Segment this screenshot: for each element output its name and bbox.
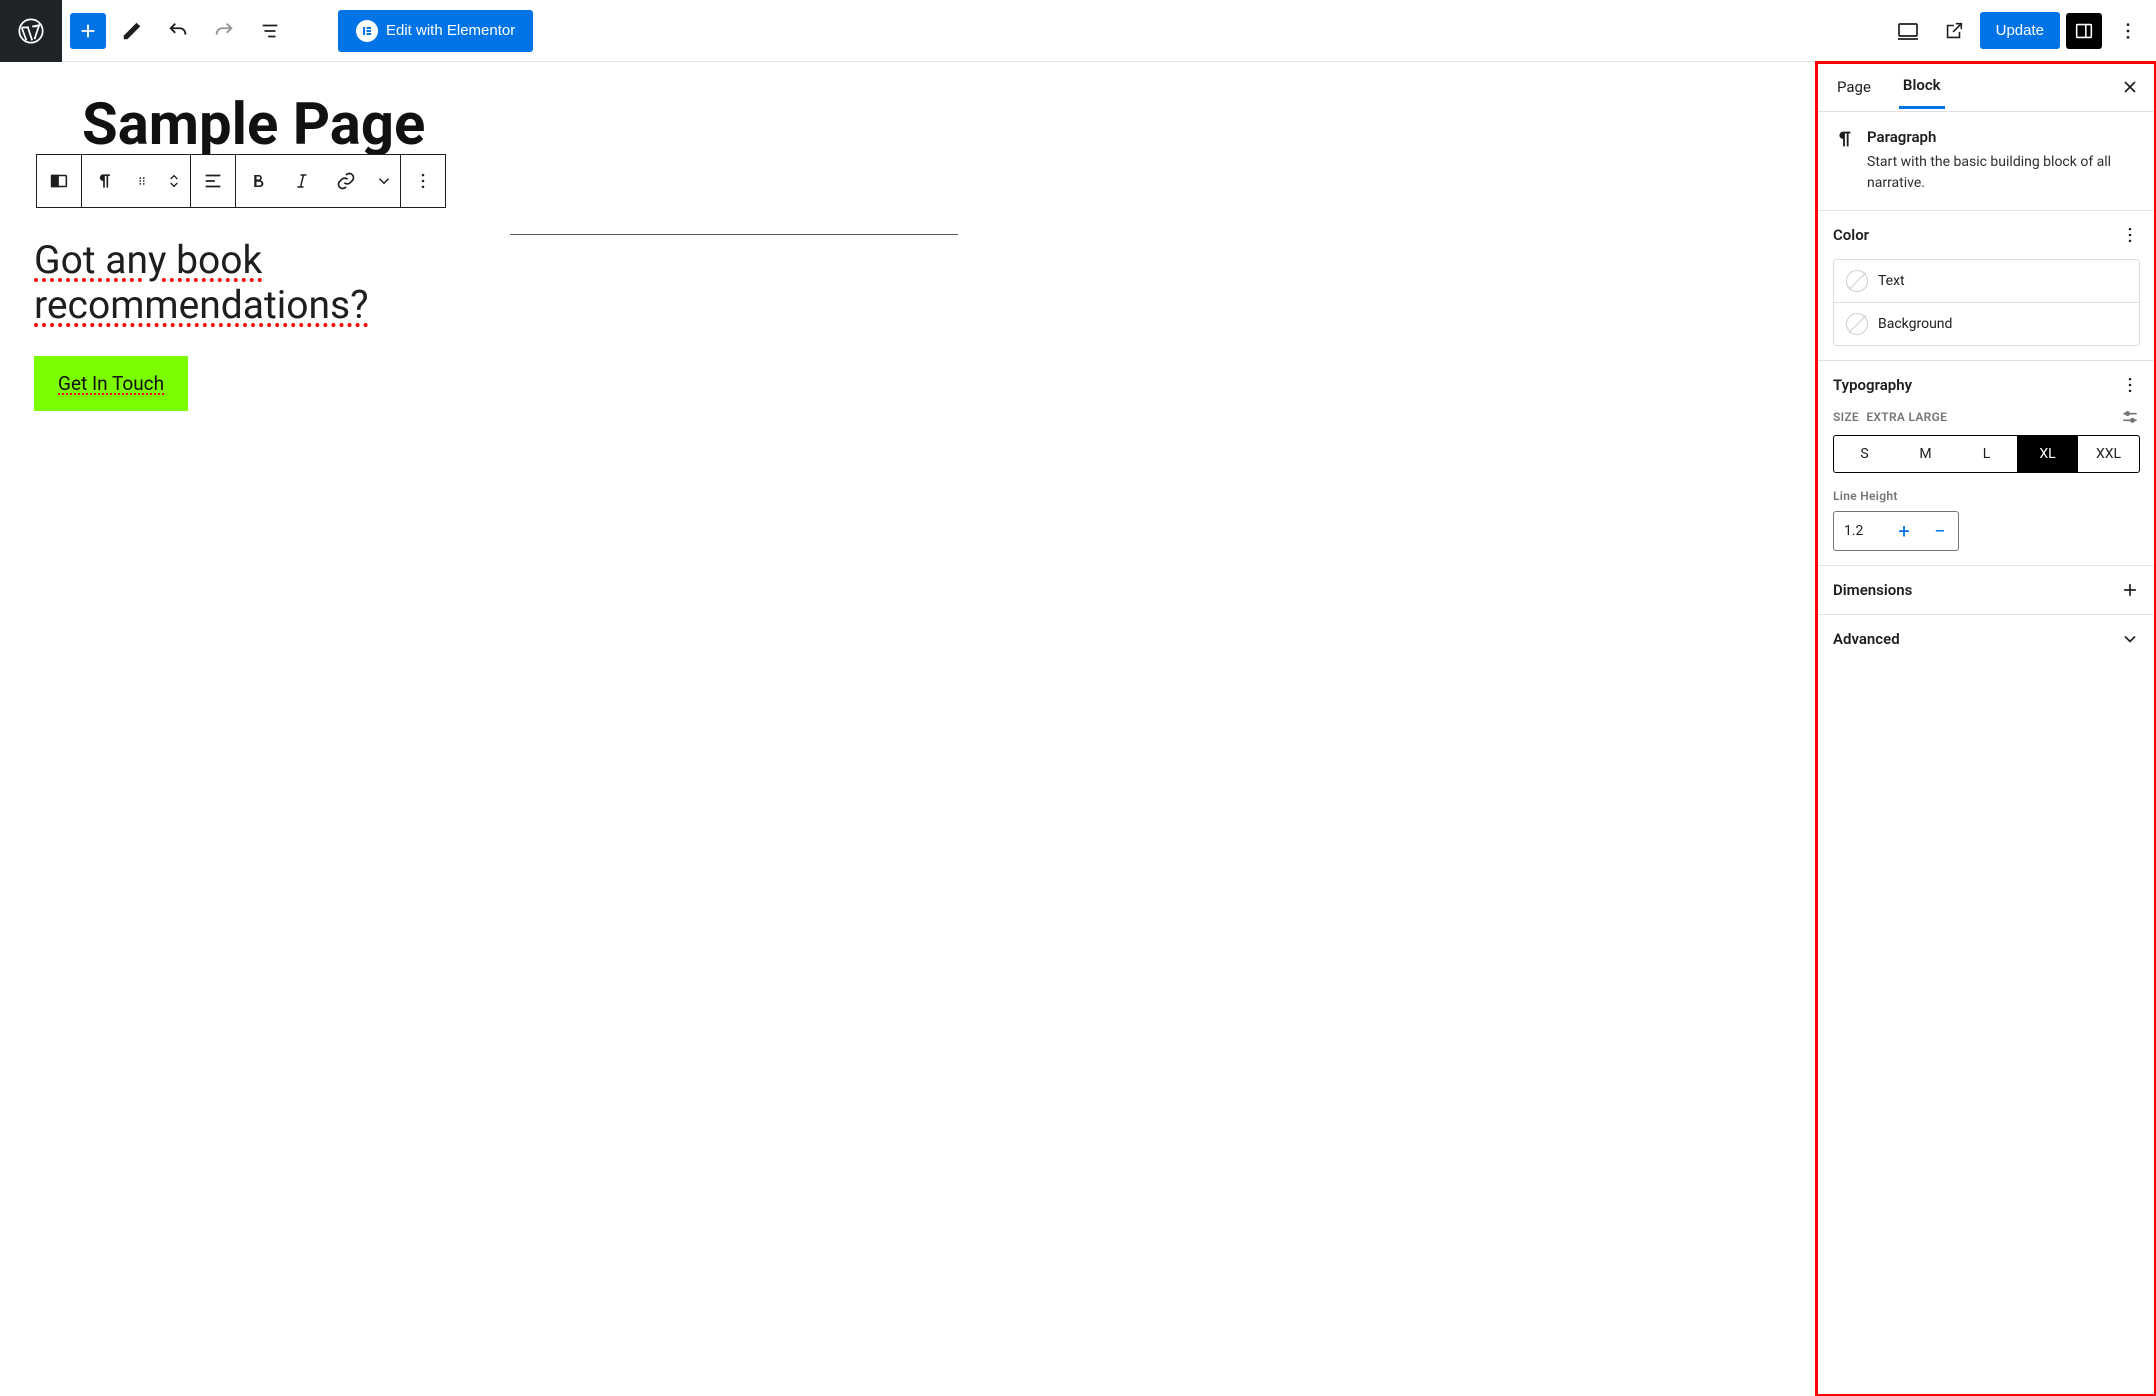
wordpress-logo[interactable] <box>0 0 62 62</box>
block-toolbar <box>36 154 446 208</box>
more-richtext-button[interactable] <box>368 155 400 207</box>
dimensions-add-button[interactable] <box>2120 580 2140 600</box>
background-color-swatch <box>1846 313 1868 335</box>
document-overview-button[interactable] <box>250 11 290 51</box>
options-button[interactable] <box>2108 11 2148 51</box>
update-button[interactable]: Update <box>1980 12 2060 49</box>
advanced-panel-title: Advanced <box>1833 630 1900 648</box>
size-option-s[interactable]: S <box>1834 436 1895 472</box>
size-value: Extra Large <box>1866 410 1947 424</box>
size-option-xxl[interactable]: XXL <box>2078 436 2139 472</box>
size-option-xl[interactable]: XL <box>2017 436 2078 472</box>
text-color-label: Text <box>1878 273 1905 289</box>
color-panel-title: Color <box>1833 226 1869 244</box>
size-option-l[interactable]: L <box>1956 436 2017 472</box>
page-title[interactable]: Sample Page <box>82 96 425 154</box>
block-description: Start with the basic building block of a… <box>1867 152 2140 194</box>
tab-block[interactable]: Block <box>1899 64 1945 109</box>
line-height-label: Line Height <box>1833 489 2140 503</box>
advanced-toggle[interactable] <box>2120 629 2140 649</box>
font-size-segmented: SMLXLXXL <box>1833 435 2140 473</box>
edit-mode-button[interactable] <box>112 11 152 51</box>
background-color-row[interactable]: Background <box>1834 303 2139 345</box>
typography-panel-options[interactable] <box>2120 375 2140 395</box>
italic-button[interactable] <box>280 155 324 207</box>
elementor-icon <box>356 20 378 42</box>
paragraph-block[interactable]: Got any book recommendations? <box>34 238 574 328</box>
size-option-m[interactable]: M <box>1895 436 1956 472</box>
align-button[interactable] <box>191 155 235 207</box>
line-height-control: 1.2 + − <box>1833 511 1959 551</box>
move-up-down-button[interactable] <box>158 155 190 207</box>
text-color-row[interactable]: Text <box>1834 260 2139 303</box>
size-label: Size <box>1833 410 1859 424</box>
redo-button[interactable] <box>204 11 244 51</box>
paragraph-icon <box>1833 128 1855 194</box>
block-options-button[interactable] <box>401 155 445 207</box>
line-height-decrease[interactable]: − <box>1922 512 1958 550</box>
settings-sidebar: Page Block Paragraph Start with the basi… <box>1816 62 2156 1396</box>
edit-with-elementor-button[interactable]: Edit with Elementor <box>338 10 533 52</box>
settings-sidebar-toggle[interactable] <box>2066 13 2102 49</box>
view-page-button[interactable] <box>1934 11 1974 51</box>
close-sidebar-button[interactable] <box>2120 77 2140 97</box>
selection-indicator <box>510 234 958 235</box>
button-block[interactable]: Get In Touch <box>34 356 188 411</box>
view-device-button[interactable] <box>1888 11 1928 51</box>
background-color-label: Background <box>1878 316 1952 332</box>
editor-canvas[interactable]: Sample Page Got any book recommendations… <box>0 62 1816 1396</box>
line-height-increase[interactable]: + <box>1886 512 1922 550</box>
select-parent-button[interactable] <box>37 155 81 207</box>
size-custom-button[interactable] <box>2120 407 2140 427</box>
tab-page[interactable]: Page <box>1833 66 1875 108</box>
bold-button[interactable] <box>236 155 280 207</box>
dimensions-panel-title: Dimensions <box>1833 581 1912 599</box>
block-name: Paragraph <box>1867 128 2140 146</box>
link-button[interactable] <box>324 155 368 207</box>
elementor-label: Edit with Elementor <box>386 22 515 39</box>
drag-handle[interactable] <box>126 155 158 207</box>
block-type-paragraph-button[interactable] <box>82 155 126 207</box>
undo-button[interactable] <box>158 11 198 51</box>
line-height-value[interactable]: 1.2 <box>1834 523 1886 539</box>
color-panel-options[interactable] <box>2120 225 2140 245</box>
text-color-swatch <box>1846 270 1868 292</box>
typography-panel-title: Typography <box>1833 376 1912 394</box>
add-block-button[interactable] <box>70 13 106 49</box>
